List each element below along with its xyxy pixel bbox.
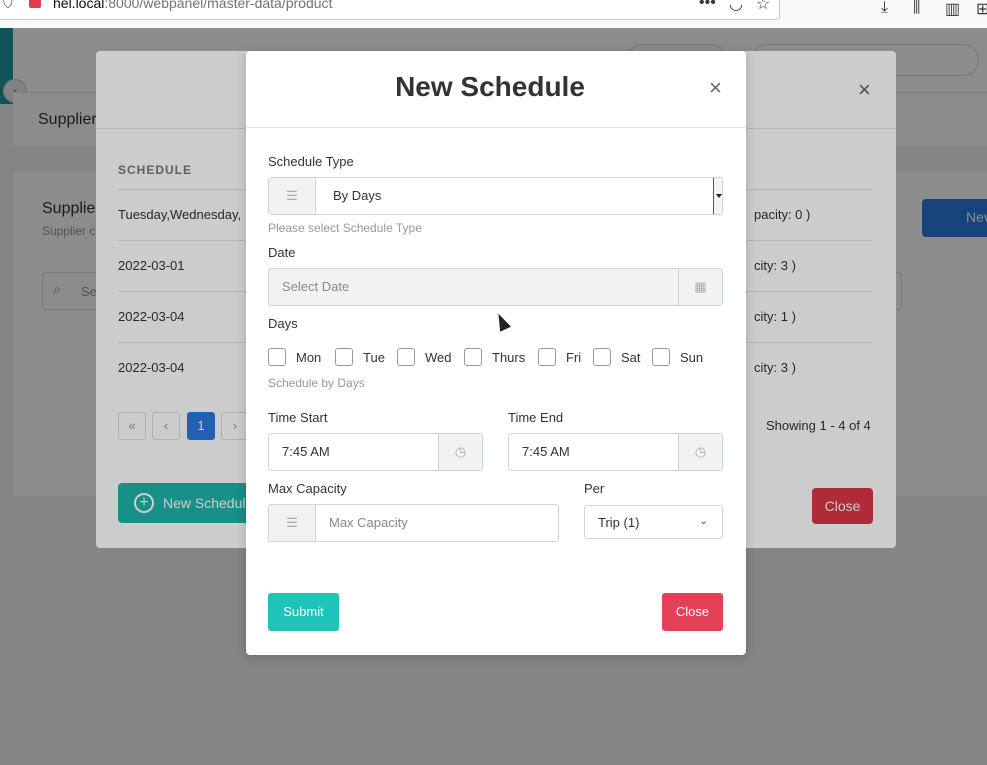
library-icon[interactable]: ⫼	[913, 0, 920, 17]
list-icon: ☰	[269, 178, 316, 214]
per-value: Trip (1)	[598, 515, 640, 530]
time-start-label: Time Start	[268, 410, 328, 425]
bookmark-star-icon[interactable]: ☆	[756, 0, 770, 14]
shield-icon[interactable]: ⛉	[3, 0, 13, 12]
per-label: Per	[584, 481, 605, 496]
chevron-down-icon: ⌄	[699, 515, 709, 527]
days-label: Days	[268, 316, 298, 331]
date-label: Date	[268, 245, 296, 260]
max-capacity-label: Max Capacity	[268, 481, 347, 496]
pocket-icon[interactable]: ◡	[729, 0, 743, 14]
close-icon[interactable]: ×	[709, 75, 722, 101]
browser-toolbar: ⛉ hel.local:8000/webpanel/master-data/pr…	[0, 0, 987, 28]
close-button[interactable]: Close	[662, 593, 723, 631]
new-schedule-modal: New Schedule × Schedule Type ☰ By Days P…	[246, 51, 746, 655]
date-field[interactable]: Select Date ▦	[268, 268, 723, 306]
address-bar[interactable]: ⛉ hel.local:8000/webpanel/master-data/pr…	[0, 0, 780, 20]
max-capacity-field[interactable]: ☰ Max Capacity	[268, 504, 559, 542]
date-placeholder: Select Date	[282, 279, 350, 294]
sidebar-icon[interactable]: ▥	[945, 0, 960, 19]
modal-title: New Schedule	[395, 71, 585, 102]
schedule-type-hint: Please select Schedule Type	[268, 221, 422, 235]
schedule-type-label: Schedule Type	[268, 154, 354, 169]
url-text[interactable]: hel.local:8000/webpanel/master-data/prod…	[53, 0, 332, 11]
time-end-value: 7:45 AM	[522, 444, 570, 459]
max-capacity-placeholder: Max Capacity	[329, 515, 408, 530]
time-end-label: Time End	[508, 410, 564, 425]
divider	[246, 127, 746, 128]
time-start-field[interactable]: 7:45 AM ◷	[268, 433, 483, 471]
schedule-type-select[interactable]: ☰ By Days	[268, 177, 723, 215]
time-start-value: 7:45 AM	[282, 444, 330, 459]
clock-icon[interactable]: ◷	[438, 434, 482, 470]
download-icon[interactable]: ⤓	[881, 0, 888, 17]
schedule-type-value: By Days	[333, 188, 382, 203]
list-icon: ☰	[269, 505, 316, 541]
submit-button[interactable]: Submit	[268, 593, 339, 631]
clock-icon[interactable]: ◷	[678, 434, 722, 470]
extension-icon[interactable]: ⊞	[976, 0, 987, 19]
per-select[interactable]: Trip (1) ⌄	[584, 505, 723, 539]
dropdown-arrow-icon[interactable]	[713, 178, 722, 214]
site-favicon	[29, 0, 41, 8]
more-icon[interactable]: •••	[699, 0, 716, 12]
days-hint: Schedule by Days	[268, 376, 365, 390]
calendar-icon[interactable]: ▦	[678, 269, 722, 305]
time-end-field[interactable]: 7:45 AM ◷	[508, 433, 723, 471]
